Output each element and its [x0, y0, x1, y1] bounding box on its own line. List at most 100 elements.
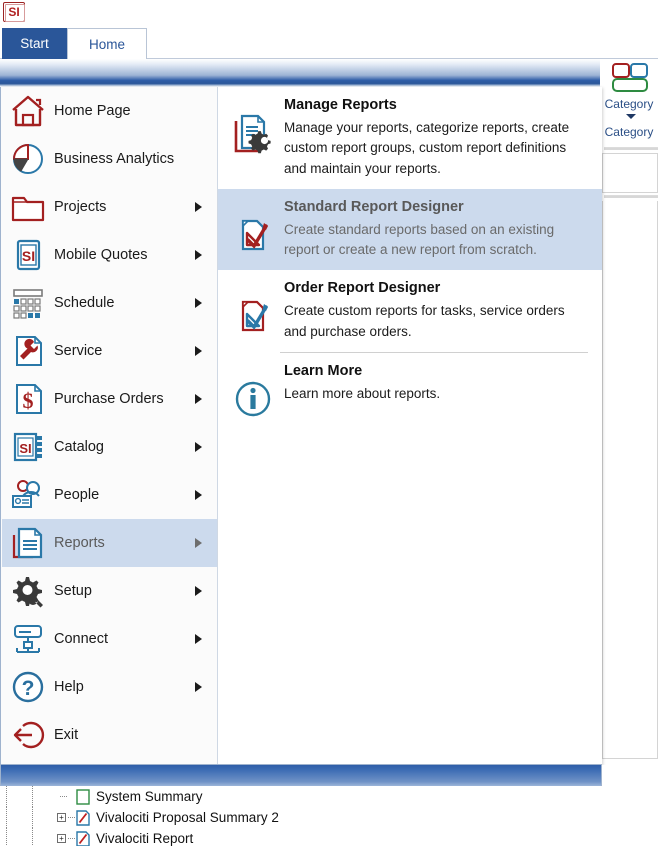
category-layout-icon[interactable] [610, 62, 650, 94]
table-row[interactable]: + Vivalociti Proposal Summary 2 [0, 807, 602, 828]
submenu-arrow-icon[interactable] [195, 682, 217, 692]
sidebar-item-label: Service [54, 343, 103, 359]
tree-connector [68, 817, 76, 818]
submenu-arrow-icon[interactable] [195, 394, 217, 404]
sidebar-item-business-analytics[interactable]: Business Analytics [2, 135, 217, 183]
panel-entry-description: Create standard reports based on an exis… [284, 221, 555, 257]
people-badge-icon [2, 471, 54, 519]
category-dropdown-label[interactable]: Category [600, 125, 658, 139]
sidebar-item-setup[interactable]: Setup [2, 567, 217, 615]
panel-entry-title: Learn More [284, 362, 363, 379]
sidebar-item-connect[interactable]: Connect [2, 615, 217, 663]
sidebar-item-label: Reports [54, 535, 105, 551]
background-right-panel [602, 765, 658, 846]
si-logo-icon[interactable]: SI [3, 2, 25, 22]
info-circle-icon [226, 363, 280, 423]
backstage-menu: Home Page Business Analytics Projects SI… [0, 87, 602, 765]
tab-start[interactable]: Start [2, 28, 67, 59]
tree-expand-icon[interactable]: + [57, 813, 66, 822]
sidebar-item-service[interactable]: Service [2, 327, 217, 375]
submenu-arrow-icon[interactable] [195, 298, 217, 308]
panel-entry-title: Order Report Designer [284, 280, 441, 297]
tree-expand-icon[interactable]: + [57, 834, 66, 843]
sidebar-item-mobile-quotes[interactable]: SI Mobile Quotes [2, 231, 217, 279]
panel-entry-manage-reports[interactable]: Manage Reports Manage your reports, cate… [218, 87, 602, 189]
submenu-arrow-icon[interactable] [195, 202, 217, 212]
sidebar-item-schedule[interactable]: Schedule [2, 279, 217, 327]
tree-item-label: Vivalociti Report [96, 831, 194, 846]
panel-entry-description: Learn more about reports. [284, 385, 441, 401]
home-icon [2, 87, 54, 135]
sidebar-item-label: People [54, 487, 100, 503]
sidebar-item-purchase-orders[interactable]: $ Purchase Orders [2, 375, 217, 423]
svg-text:$: $ [23, 388, 34, 413]
dollar-document-icon: $ [2, 375, 54, 423]
sidebar-item-projects[interactable]: Projects [2, 183, 217, 231]
tree-connector [60, 796, 68, 797]
ribbon-group-category: Category Category [600, 59, 658, 759]
ribbon-panel-2 [602, 201, 658, 759]
submenu-arrow-icon[interactable] [195, 442, 217, 452]
chevron-down-icon[interactable] [626, 114, 636, 119]
tree-connector [68, 838, 76, 839]
documents-icon [2, 519, 54, 567]
tree-guide [32, 807, 33, 828]
si-tablet-icon: SI [2, 231, 54, 279]
submenu-arrow-icon[interactable] [195, 346, 217, 356]
panel-entry-description: Create custom reports for tasks, service… [284, 303, 565, 339]
panel-entry-title: Manage Reports [284, 97, 397, 113]
sidebar-item-catalog[interactable]: SI Catalog [2, 423, 217, 471]
svg-text:SI: SI [22, 248, 35, 264]
tree-item-label: Vivalociti Proposal Summary 2 [96, 810, 279, 825]
report-gear-icon [226, 97, 280, 179]
panel-entry-standard-report-designer[interactable]: Standard Report Designer Create standard… [218, 188, 602, 271]
panel-entry-order-report-designer[interactable]: Order Report Designer Create custom repo… [218, 270, 602, 352]
tree-guide [6, 786, 7, 807]
ribbon-separator-1 [604, 147, 658, 150]
tree-guide [32, 828, 33, 846]
report-node-icon [76, 810, 90, 826]
svg-text:?: ? [22, 677, 35, 700]
tab-home[interactable]: Home [67, 28, 147, 59]
panel-entry-text: Learn More Learn more about reports. [280, 363, 588, 423]
submenu-arrow-icon[interactable] [195, 538, 217, 548]
sidebar-item-people[interactable]: People [2, 471, 217, 519]
backstage-nav-list: Home Page Business Analytics Projects SI… [2, 87, 217, 764]
backstage-content-panel: Manage Reports Manage your reports, cate… [217, 87, 602, 764]
title-bar: SI [0, 0, 658, 28]
ribbon-panel-1 [602, 153, 658, 193]
panel-entry-title: Standard Report Designer [284, 198, 464, 215]
sidebar-item-label: Connect [54, 631, 109, 647]
tree-guide [32, 786, 33, 807]
table-row[interactable]: System Summary [0, 786, 602, 807]
svg-text:SI: SI [19, 441, 31, 456]
report-node-icon [76, 831, 90, 846]
sidebar-item-help[interactable]: ? Help [2, 663, 217, 711]
table-row[interactable]: + Vivalociti Report [0, 828, 602, 846]
sidebar-item-label: Projects [54, 199, 107, 215]
sidebar-item-reports[interactable]: Reports [2, 519, 217, 567]
sidebar-item-home-page[interactable]: Home Page [2, 87, 217, 135]
question-circle-icon: ? [2, 663, 54, 711]
pie-chart-icon [2, 135, 54, 183]
category-button-label[interactable]: Category [600, 97, 658, 111]
submenu-arrow-icon[interactable] [195, 250, 217, 260]
panel-entry-text: Manage Reports Manage your reports, cate… [280, 97, 588, 179]
report-tree-view: System Summary + Vivalociti Proposal Sum… [0, 786, 602, 846]
report-pen-icon [226, 199, 280, 261]
panel-entry-learn-more[interactable]: Learn More Learn more about reports. [218, 353, 602, 433]
wrench-document-icon [2, 327, 54, 375]
ribbon-tab-strip: Start Home [0, 28, 658, 59]
sidebar-item-label: Mobile Quotes [54, 247, 148, 263]
submenu-arrow-icon[interactable] [195, 490, 217, 500]
tree-item-label: System Summary [96, 789, 203, 804]
calendar-grid-icon [2, 279, 54, 327]
submenu-arrow-icon[interactable] [195, 586, 217, 596]
si-binder-icon: SI [2, 423, 54, 471]
sidebar-item-label: Home Page [54, 103, 131, 119]
report-node-icon [76, 789, 90, 805]
submenu-arrow-icon[interactable] [195, 634, 217, 644]
ribbon-accent-band [0, 59, 658, 87]
sidebar-item-exit[interactable]: Exit [2, 711, 217, 759]
sidebar-item-label: Help [54, 679, 84, 695]
